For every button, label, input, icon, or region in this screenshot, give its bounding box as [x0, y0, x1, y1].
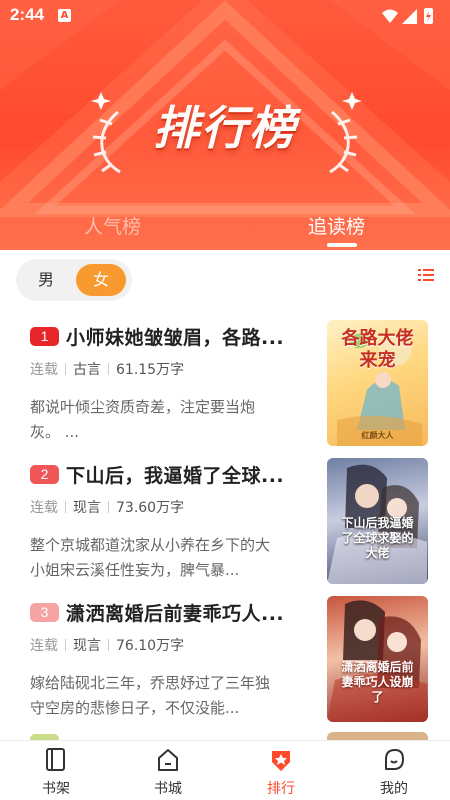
- book-genre: 现言: [73, 638, 101, 654]
- book-word-count: 73.60万字: [116, 500, 185, 516]
- gender-male-button[interactable]: 男: [16, 259, 76, 301]
- cover-author: 红颜大人: [361, 431, 394, 440]
- cover-title: 各路大佬来宠: [341, 328, 414, 371]
- book-description: 整个京城都道沈家从小养在乡下的大小姐宋云溪任性妄为，脾气暴...: [30, 536, 271, 579]
- nav-label: 书架: [42, 781, 70, 797]
- book-meta: 连载 现言 73.60万字: [30, 497, 184, 517]
- book-title: 下山后，我逼婚了全球...: [66, 465, 285, 487]
- notification-a-icon: A: [58, 9, 71, 22]
- tab-follow-reading[interactable]: 追读榜: [308, 212, 365, 239]
- nav-bookstore[interactable]: 书城: [128, 741, 208, 800]
- profile-icon: [385, 749, 404, 770]
- book-cover[interactable]: 潇洒离婚后前妻乖巧人设崩了: [327, 596, 428, 722]
- category-list-icon[interactable]: [418, 269, 434, 281]
- nav-profile[interactable]: 我的: [354, 741, 434, 800]
- book-cover[interactable]: 各路大佬来宠 红颜大人: [327, 320, 428, 446]
- bottom-navigation: 书架 书城 排行 我的: [0, 740, 450, 800]
- book-status: 连载: [30, 500, 58, 516]
- rank-badge: 1: [30, 327, 59, 346]
- status-icons: [382, 8, 433, 24]
- book-cover: [327, 732, 428, 740]
- status-time: 2:44: [10, 5, 45, 24]
- cover-title: 下山后我逼婚了全球求娶的大佬: [341, 516, 414, 560]
- book-status: 连载: [30, 362, 58, 378]
- bookstore-icon: [158, 749, 178, 771]
- book-meta: 连载 古言 61.15万字: [30, 359, 184, 379]
- book-cover[interactable]: 下山后我逼婚了全球求娶的大佬: [327, 458, 428, 584]
- book-item[interactable]: 3 潇洒离婚后前妻乖巧人... 连载 现言 76.10万字 嫁给陆砚北三年，乔思妤过…: [0, 594, 450, 732]
- ranking-icon: [272, 751, 290, 771]
- book-item[interactable]: [0, 732, 450, 740]
- nav-label: 排行: [267, 781, 295, 797]
- rank-badge: 3: [30, 603, 59, 622]
- book-genre: 古言: [73, 362, 101, 378]
- book-title: 小师妹她皱皱眉，各路...: [66, 327, 285, 349]
- nav-label: 书城: [154, 781, 182, 797]
- gender-toggle: 男 女: [16, 259, 132, 301]
- page-title: 排行榜: [153, 101, 297, 155]
- gender-female-button[interactable]: 女: [76, 264, 126, 296]
- book-word-count: 76.10万字: [116, 638, 185, 654]
- book-item[interactable]: 1 小师妹她皱皱眉，各路... 连载 古言 61.15万字 都说叶倾尘资质奇差，注定…: [0, 318, 450, 456]
- signal-icon: [402, 9, 417, 24]
- book-description: 嫁给陆砚北三年，乔思妤过了三年独守空房的悲惨日子，不仅没能...: [30, 674, 271, 717]
- book-genre: 现言: [73, 500, 101, 516]
- book-item[interactable]: 2 下山后，我逼婚了全球... 连载 现言 73.60万字 整个京城都道沈家从小养在…: [0, 456, 450, 594]
- book-word-count: 61.15万字: [116, 362, 185, 378]
- wifi-icon: [382, 9, 398, 23]
- bookshelf-icon: [46, 748, 65, 771]
- rank-badge: 2: [30, 465, 59, 484]
- ranking-content: 男 女 1 小师妹她皱皱眉，各路... 连载 古言 61.15万字 都说叶倾尘资质奇…: [0, 250, 450, 740]
- book-title: 潇洒离婚后前妻乖巧人...: [66, 603, 285, 625]
- book-status: 连载: [30, 638, 58, 654]
- ranking-banner: 2:44 A 排行榜 人气榜 追读榜: [0, 0, 450, 250]
- nav-ranking[interactable]: 排行: [241, 741, 321, 800]
- nav-bookshelf[interactable]: 书架: [16, 741, 96, 800]
- tab-popularity[interactable]: 人气榜: [84, 212, 141, 239]
- tab-active-indicator: [327, 243, 357, 247]
- book-description: 都说叶倾尘资质奇差，注定要当炮灰。 ...: [30, 398, 256, 441]
- nav-label: 我的: [380, 781, 408, 797]
- status-bar: 2:44 A: [0, 0, 450, 32]
- cover-title: 潇洒离婚后前妻乖巧人设崩了: [341, 660, 414, 704]
- book-meta: 连载 现言 76.10万字: [30, 635, 184, 655]
